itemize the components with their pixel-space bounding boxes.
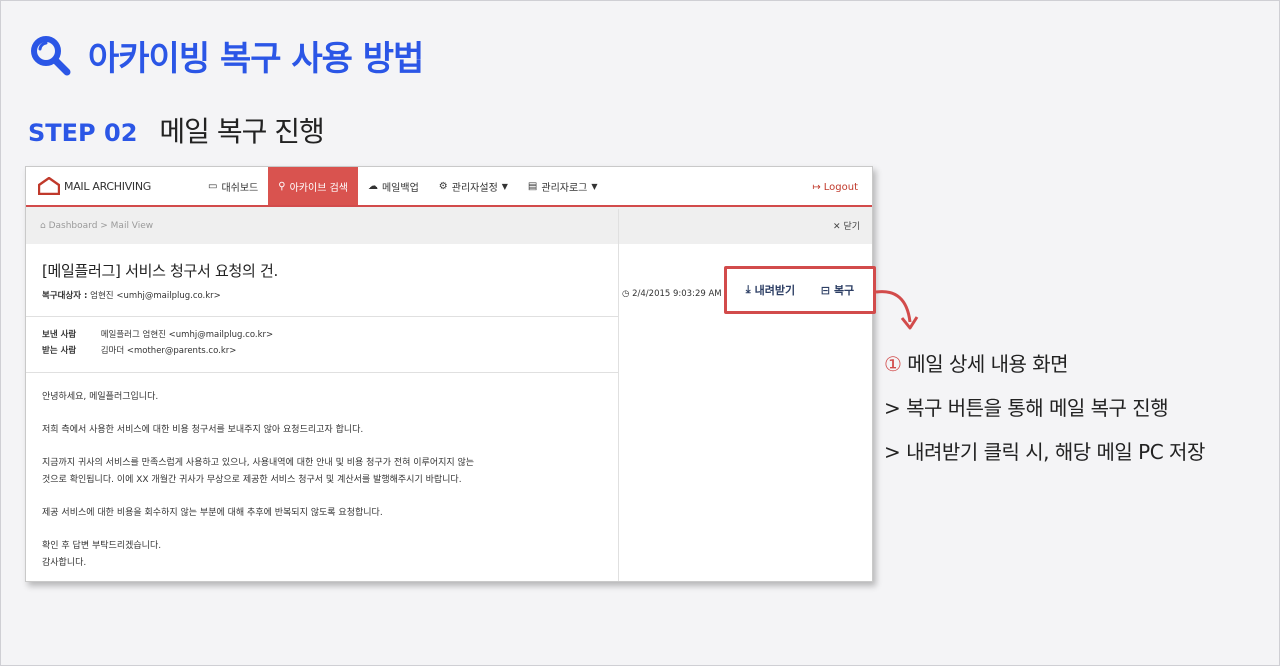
mail-body-line: 안녕하세요, 메일플러그입니다.: [42, 392, 159, 402]
breadcrumb: ⌂ Dashboard > Mail View ✕ 닫기: [26, 207, 872, 244]
chevron-down-icon: ▼: [591, 181, 598, 191]
clock-icon: ◷: [622, 289, 630, 299]
monitor-icon: ▭: [208, 180, 218, 192]
nav-dashboard-label: 대쉬보드: [221, 182, 259, 194]
house-logo-icon: [38, 177, 60, 195]
from-value: 메일플러그 엄현진 <umhj@mailplug.co.kr>: [100, 330, 274, 340]
to-label: 받는 사람: [42, 346, 77, 356]
nav-archive-search-label: 아카이브 검색: [289, 182, 348, 194]
nav-dashboard[interactable]: ▭ 대쉬보드: [198, 167, 268, 205]
note-line-1-text: 메일 상세 내용 화면: [907, 352, 1069, 376]
gear-icon: ⚙: [438, 180, 448, 192]
mail-datetime: ◷ 2/4/2015 9:03:29 AM: [622, 289, 722, 299]
mail-body-line: 것으로 확인됩니다. 이에 XX 개월간 귀사가 무상으로 제공한 서비스 청구…: [42, 475, 462, 485]
divider: [26, 316, 618, 317]
mail-body-line: 지금까지 귀사의 서비스를 만족스럽게 사용하고 있으나, 사용내역에 대한 안…: [42, 458, 475, 468]
home-icon[interactable]: ⌂: [40, 221, 49, 231]
page-title: 아카이빙 복구 사용 방법: [28, 30, 424, 80]
mail-parties: 보낸 사람 메일플러그 엄현진 <umhj@mailplug.co.kr> 받는…: [42, 327, 273, 359]
page-title-text: 아카이빙 복구 사용 방법: [88, 38, 424, 79]
search-icon: ⚲: [278, 180, 286, 192]
restore-label: 복구: [833, 284, 855, 297]
note-line-3: > 내려받기 클릭 시, 해당 메일 PC 저장: [884, 440, 1205, 464]
app-logo[interactable]: MAIL ARCHIVING: [26, 167, 196, 205]
mail-body-line: 확인 후 답변 부탁드리겠습니다.: [42, 541, 162, 551]
mail-subject: [메일플러그] 서비스 청구서 요청의 건.: [42, 262, 278, 280]
recover-target-label: 복구대상자 :: [42, 291, 88, 301]
step-number: STEP 02: [28, 119, 138, 147]
note-line-1: ① 메일 상세 내용 화면: [884, 350, 1205, 394]
app-screenshot: MAIL ARCHIVING ▭ 대쉬보드 ⚲ 아카이브 검색 ☁ 메일백업 ⚙…: [25, 166, 873, 582]
to-value: 김마더 <mother@parents.co.kr>: [100, 346, 237, 356]
nav-admin-log[interactable]: ▤ 관리자로그 ▼: [518, 167, 608, 205]
recover-target: 복구대상자 : 엄현진 <umhj@mailplug.co.kr>: [42, 289, 221, 301]
mail-body-line: 제공 서비스에 대한 비용을 회수하지 않는 부분에 대해 추후에 반복되지 않…: [42, 508, 383, 518]
list-icon: ▤: [527, 180, 538, 192]
logout-button[interactable]: ↦ Logout: [812, 167, 858, 207]
curved-arrow-icon: [875, 290, 919, 330]
mail-body: 안녕하세요, 메일플러그입니다. 저희 측에서 사용한 서비스에 대한 비용 청…: [42, 389, 602, 572]
breadcrumb-text[interactable]: Dashboard > Mail View: [49, 221, 154, 231]
inbox-icon: ⊟: [820, 283, 830, 297]
chevron-down-icon: ▼: [501, 181, 508, 191]
nav-archive-search[interactable]: ⚲ 아카이브 검색: [268, 167, 358, 205]
from-label: 보낸 사람: [42, 330, 77, 340]
close-icon: ✕: [833, 222, 841, 232]
download-label: 내려받기: [754, 284, 796, 297]
note-line-2: > 복구 버튼을 통해 메일 복구 진행: [884, 396, 1169, 420]
nav-mail-backup-label: 메일백업: [381, 182, 419, 194]
logout-label: Logout: [823, 181, 858, 193]
close-label: 닫기: [843, 222, 860, 232]
mail-datetime-value: 2/4/2015 9:03:29 AM: [632, 289, 722, 299]
close-button[interactable]: ✕ 닫기: [833, 219, 860, 232]
action-highlight-box: ⤓ 내려받기 ⊟ 복구: [724, 266, 876, 314]
nav-admin-log-label: 관리자로그: [541, 182, 588, 194]
nav-admin-settings-label: 관리자설정: [451, 182, 498, 194]
step-name: 메일 복구 진행: [159, 115, 324, 148]
mail-body-line: 감사합니다.: [42, 558, 87, 568]
recover-target-value: 엄현진 <umhj@mailplug.co.kr>: [90, 291, 221, 301]
step-heading: STEP 02 메일 복구 진행: [28, 110, 325, 150]
nav-mail-backup[interactable]: ☁ 메일백업: [358, 167, 429, 205]
top-nav: MAIL ARCHIVING ▭ 대쉬보드 ⚲ 아카이브 검색 ☁ 메일백업 ⚙…: [26, 167, 872, 207]
nav-admin-settings[interactable]: ⚙ 관리자설정 ▼: [429, 167, 518, 205]
instruction-notes: ① 메일 상세 내용 화면 > 복구 버튼을 통해 메일 복구 진행 > 내려받…: [884, 350, 1205, 482]
cloud-icon: ☁: [367, 180, 378, 192]
logo-text: MAIL ARCHIVING: [64, 179, 152, 193]
magnifier-icon: [31, 36, 71, 76]
note-marker: ①: [884, 352, 902, 376]
restore-button[interactable]: ⊟ 복구: [821, 282, 854, 298]
logout-icon: ↦: [812, 181, 821, 193]
download-icon: ⤓: [745, 283, 751, 296]
divider: [26, 372, 618, 373]
mail-body-line: 저희 측에서 사용한 서비스에 대한 비용 청구서를 보내주지 않아 요청드리고…: [42, 425, 364, 435]
download-button[interactable]: ⤓ 내려받기: [746, 282, 795, 298]
